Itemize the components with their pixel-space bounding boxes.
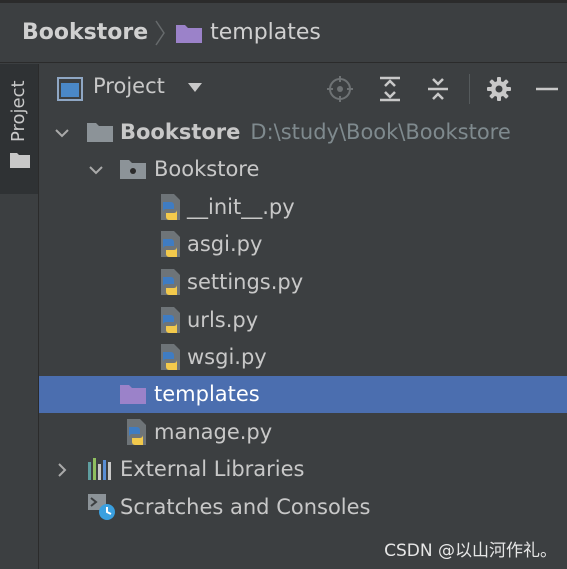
python-file-icon xyxy=(161,269,180,295)
tree-item-file[interactable]: manage.py xyxy=(39,414,567,451)
chevron-down-icon[interactable] xyxy=(188,83,202,93)
breadcrumb-separator-icon xyxy=(155,20,166,45)
python-file-icon xyxy=(127,419,146,445)
project-view-title[interactable]: Project xyxy=(93,74,165,98)
python-file-icon xyxy=(161,231,180,257)
tree-item-file[interactable]: wsgi.py xyxy=(39,339,567,376)
python-file-icon xyxy=(161,344,180,370)
tree-item-label: settings.py xyxy=(187,270,304,294)
chevron-down-icon[interactable] xyxy=(88,162,104,178)
folder-icon xyxy=(10,153,30,168)
tree-item-label: External Libraries xyxy=(120,457,305,481)
folder-icon xyxy=(120,385,146,404)
tree-item-label: Bookstore xyxy=(120,120,241,144)
package-folder-icon xyxy=(120,160,146,179)
chevron-right-icon[interactable] xyxy=(54,462,70,478)
tree-item-file[interactable]: urls.py xyxy=(39,302,567,339)
python-file-icon xyxy=(161,307,180,333)
tree-item-external-libraries[interactable]: External Libraries xyxy=(39,451,567,488)
tree-item-file[interactable]: settings.py xyxy=(39,264,567,301)
project-view-icon xyxy=(57,77,83,101)
project-panel-header: Project xyxy=(39,64,567,114)
expand-all-icon[interactable] xyxy=(377,76,403,102)
tree-item-package[interactable]: Bookstore xyxy=(39,151,567,188)
tree-item-label: Bookstore xyxy=(154,157,260,181)
tree-item-scratches[interactable]: Scratches and Consoles xyxy=(39,489,567,526)
locate-icon[interactable] xyxy=(327,76,353,102)
tree-item-label: __init__.py xyxy=(187,195,295,219)
scratches-icon xyxy=(88,494,115,520)
watermark: CSDN @以山河作礼。 xyxy=(384,541,557,561)
breadcrumb: Bookstore templates xyxy=(0,3,567,63)
minimize-icon[interactable] xyxy=(534,76,560,102)
strip-tab-label: Project xyxy=(8,80,29,142)
tree-item-root[interactable]: Bookstore D:\study\Book\Bookstore xyxy=(39,114,567,151)
tree-item-path: D:\study\Book\Bookstore xyxy=(250,120,511,144)
python-file-icon xyxy=(161,194,180,220)
project-strip-tab[interactable]: Project xyxy=(0,64,38,194)
chevron-down-icon[interactable] xyxy=(54,125,70,141)
tree-item-templates[interactable]: templates xyxy=(39,376,567,413)
tree-item-label: wsgi.py xyxy=(187,345,267,369)
breadcrumb-leaf[interactable]: templates xyxy=(210,20,321,45)
collapse-all-icon[interactable] xyxy=(425,76,451,102)
tool-window-strip: Project xyxy=(0,64,39,569)
breadcrumb-root[interactable]: Bookstore xyxy=(22,20,148,45)
tree-item-label: asgi.py xyxy=(187,232,263,256)
gear-icon[interactable] xyxy=(486,76,512,102)
folder-icon xyxy=(87,123,113,142)
header-divider xyxy=(469,74,470,104)
tree-item-label: manage.py xyxy=(154,420,273,444)
tree-item-file[interactable]: asgi.py xyxy=(39,226,567,263)
tree-item-file[interactable]: __init__.py xyxy=(39,189,567,226)
tree-item-label: Scratches and Consoles xyxy=(120,495,371,519)
project-tree: Bookstore D:\study\Book\Bookstore Bookst… xyxy=(39,114,567,534)
libraries-icon xyxy=(88,458,111,480)
tree-item-label: urls.py xyxy=(187,308,259,332)
project-tool-window: Bookstore templates Project Project Book… xyxy=(0,0,567,569)
folder-icon xyxy=(176,24,203,43)
tree-item-label: templates xyxy=(154,382,260,406)
